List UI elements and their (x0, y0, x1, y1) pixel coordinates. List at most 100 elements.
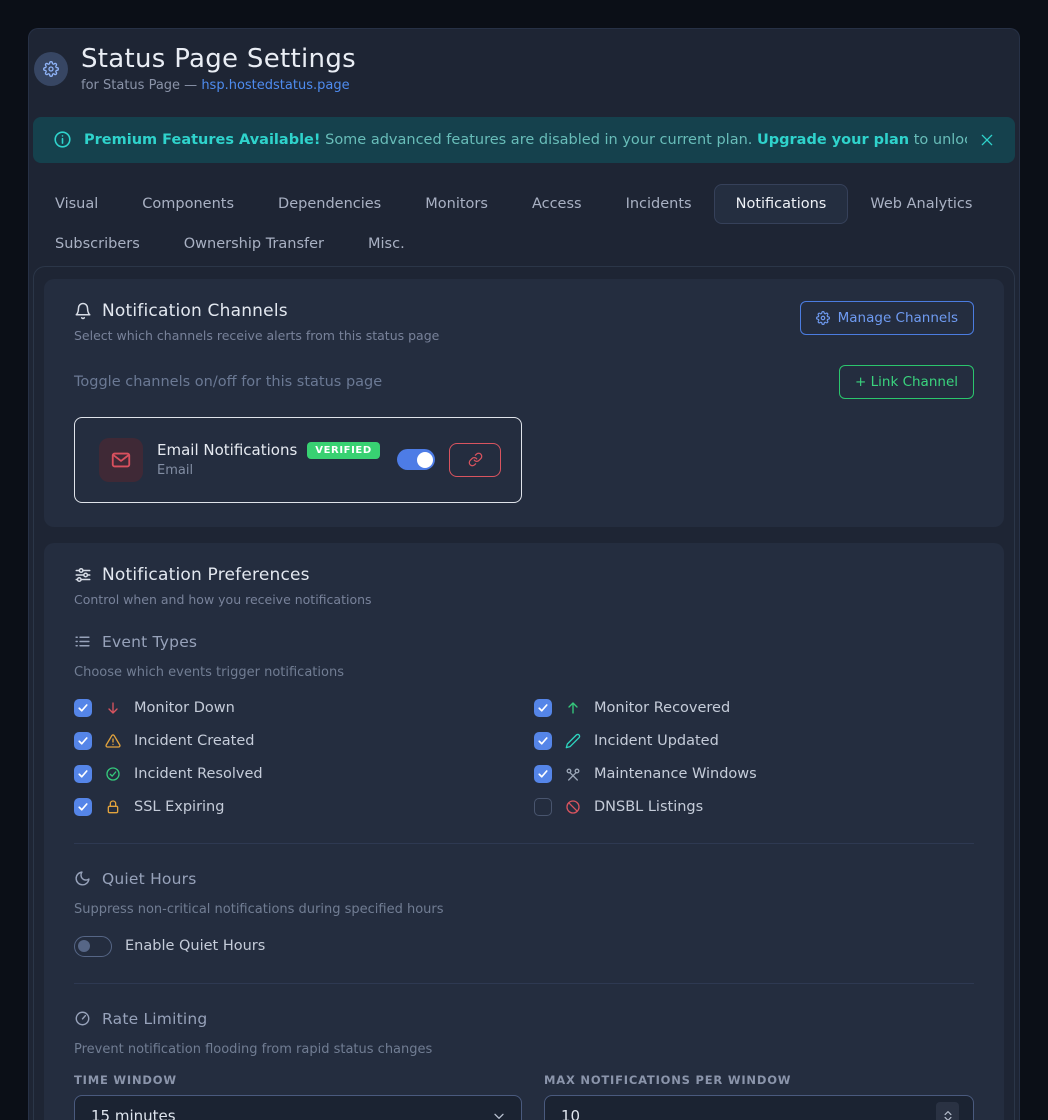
event-type-dnsbl-listings[interactable]: DNSBL Listings (534, 797, 974, 817)
rate-limiting-section: Rate Limiting Prevent notification flood… (74, 1010, 974, 1120)
arrow-up-icon (564, 700, 582, 716)
event-type-monitor-down[interactable]: Monitor Down (74, 698, 534, 718)
pencil-icon (564, 733, 582, 749)
toggle-knob (78, 940, 90, 952)
divider (74, 843, 974, 844)
verified-badge: VERIFIED (307, 442, 379, 459)
tab-incidents[interactable]: Incidents (604, 184, 714, 224)
arrow-down-icon (104, 700, 122, 716)
lock-icon (104, 799, 122, 815)
checkbox[interactable] (534, 699, 552, 717)
banner-mid: Some advanced features are disabled in y… (321, 132, 758, 148)
link-channel-button[interactable]: + Link Channel (839, 365, 974, 399)
moon-icon (74, 870, 91, 887)
event-label: Incident Resolved (134, 766, 263, 782)
time-window-select[interactable]: 15 minutes (74, 1095, 522, 1120)
event-label: DNSBL Listings (594, 799, 703, 815)
toggle-knob (417, 452, 433, 468)
channel-name: Email Notifications (157, 441, 297, 459)
time-window-label: TIME WINDOW (74, 1073, 522, 1087)
sliders-icon (74, 566, 92, 584)
manage-channels-button[interactable]: Manage Channels (800, 301, 974, 335)
close-icon[interactable] (979, 132, 995, 148)
info-icon (53, 130, 72, 149)
checkbox[interactable] (74, 699, 92, 717)
gear-icon (34, 52, 68, 86)
subtitle-prefix: for Status Page — (81, 78, 201, 93)
notification-preferences-card: Notification Preferences Control when an… (44, 543, 1004, 1120)
tools-icon (564, 766, 582, 782)
event-label: Incident Updated (594, 733, 719, 749)
max-notifications-input[interactable] (561, 1107, 936, 1120)
event-grid: Monitor Down Monitor RecoveredIncident Cr… (74, 698, 974, 817)
quiet-hours-description: Suppress non-critical notifications duri… (74, 902, 974, 917)
checkbox[interactable] (74, 765, 92, 783)
event-types-section: Event Types Choose which events trigger … (74, 633, 974, 817)
check-circle-icon (104, 766, 122, 782)
page-title: Status Page Settings (81, 45, 356, 75)
toggle-hint-text: Toggle channels on/off for this status p… (74, 374, 382, 390)
tab-web-analytics[interactable]: Web Analytics (848, 184, 994, 224)
checkbox[interactable] (74, 798, 92, 816)
event-type-incident-resolved[interactable]: Incident Resolved (74, 764, 534, 784)
time-window-value: 15 minutes (91, 1107, 176, 1120)
event-label: Monitor Down (134, 700, 235, 716)
preferences-subtitle: Control when and how you receive notific… (74, 592, 372, 607)
unlink-channel-button[interactable] (449, 443, 501, 477)
tab-ownership-transfer[interactable]: Ownership Transfer (162, 224, 346, 264)
tab-subscribers[interactable]: Subscribers (33, 224, 162, 264)
chevron-down-icon (491, 1108, 507, 1120)
event-types-title: Event Types (102, 633, 197, 651)
banner-text: Premium Features Available! Some advance… (84, 132, 967, 148)
rate-limiting-description: Prevent notification flooding from rapid… (74, 1042, 974, 1057)
quiet-hours-toggle[interactable] (74, 936, 112, 957)
quiet-hours-title: Quiet Hours (102, 870, 196, 888)
event-label: SSL Expiring (134, 799, 224, 815)
banner-bold: Premium Features Available! (84, 132, 321, 148)
preferences-title: Notification Preferences (102, 565, 310, 585)
list-icon (74, 633, 91, 650)
divider (74, 983, 974, 984)
tab-components[interactable]: Components (120, 184, 256, 224)
link-icon (468, 452, 483, 467)
tab-monitors[interactable]: Monitors (403, 184, 510, 224)
status-page-settings-panel: Status Page Settings for Status Page — h… (28, 28, 1020, 1120)
status-page-link[interactable]: hsp.hostedstatus.page (201, 78, 349, 93)
event-type-maintenance-windows[interactable]: Maintenance Windows (534, 764, 974, 784)
page-subtitle: for Status Page — hsp.hostedstatus.page (81, 78, 356, 93)
max-notifications-label: MAX NOTIFICATIONS PER WINDOW (544, 1073, 974, 1087)
max-notifications-field (544, 1095, 974, 1120)
gauge-icon (74, 1010, 91, 1027)
checkbox[interactable] (534, 765, 552, 783)
quiet-hours-section: Quiet Hours Suppress non-critical notifi… (74, 870, 974, 957)
event-type-incident-updated[interactable]: Incident Updated (534, 731, 974, 751)
warning-triangle-icon (104, 733, 122, 749)
channel-type: Email (157, 463, 380, 478)
link-channel-label: + Link Channel (855, 374, 958, 390)
tab-notifications[interactable]: Notifications (714, 184, 849, 224)
tab-visual[interactable]: Visual (33, 184, 120, 224)
ban-icon (564, 799, 582, 815)
quiet-hours-toggle-label: Enable Quiet Hours (125, 938, 265, 954)
tab-access[interactable]: Access (510, 184, 604, 224)
channels-subtitle: Select which channels receive alerts fro… (74, 328, 439, 343)
banner-end: to unlock them. (909, 132, 967, 148)
rate-limiting-title: Rate Limiting (102, 1010, 207, 1028)
checkbox[interactable] (534, 732, 552, 750)
premium-banner: Premium Features Available! Some advance… (33, 117, 1015, 163)
checkbox[interactable] (534, 798, 552, 816)
event-type-monitor-recovered[interactable]: Monitor Recovered (534, 698, 974, 718)
event-type-ssl-expiring[interactable]: SSL Expiring (74, 797, 534, 817)
event-type-incident-created[interactable]: Incident Created (74, 731, 534, 751)
page-header: Status Page Settings for Status Page — h… (33, 45, 1015, 93)
email-channel-toggle[interactable] (397, 449, 435, 470)
stepper-icon[interactable] (936, 1102, 959, 1120)
title-block: Status Page Settings for Status Page — h… (81, 45, 356, 93)
tab-dependencies[interactable]: Dependencies (256, 184, 403, 224)
upgrade-plan-link[interactable]: Upgrade your plan (757, 132, 909, 148)
tab-misc[interactable]: Misc. (346, 224, 427, 264)
tab-list: VisualComponentsDependenciesMonitorsAcce… (33, 184, 1015, 264)
envelope-icon (99, 438, 143, 482)
gear-icon (816, 311, 830, 325)
checkbox[interactable] (74, 732, 92, 750)
